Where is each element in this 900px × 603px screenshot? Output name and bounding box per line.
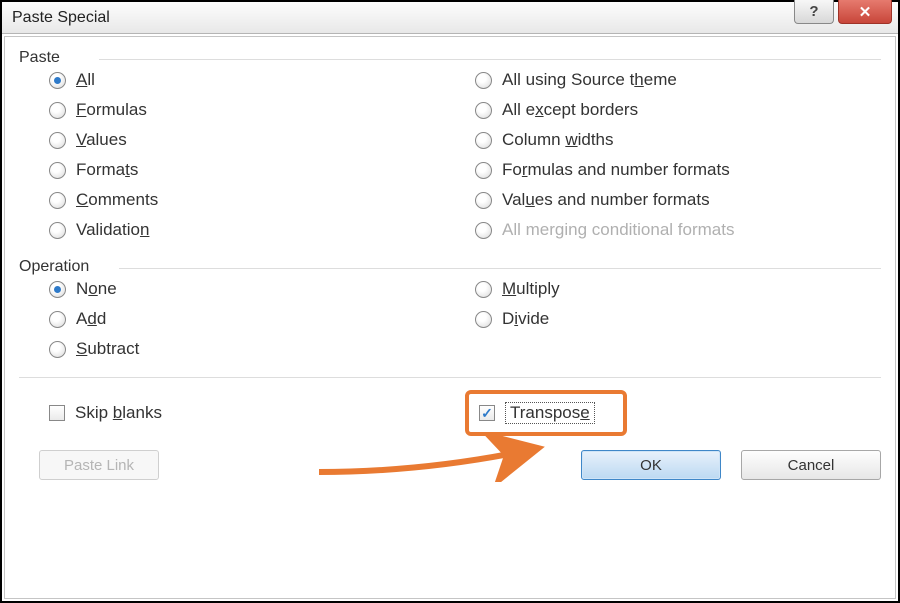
radio-none[interactable]: None: [49, 279, 455, 299]
radio-label: Add: [76, 309, 106, 329]
checkbox-icon: [479, 405, 495, 421]
radio-icon: [49, 281, 66, 298]
radio-icon: [475, 72, 492, 89]
paste-special-dialog: Paste Special ? ✕ Paste All All using Sou…: [2, 2, 898, 601]
radio-icon: [475, 192, 492, 209]
radio-label: Multiply: [502, 279, 560, 299]
radio-icon: [475, 132, 492, 149]
radio-subtract[interactable]: Subtract: [49, 339, 455, 359]
radio-label: Validation: [76, 220, 149, 240]
help-icon: ?: [809, 3, 818, 20]
radio-icon: [475, 162, 492, 179]
radio-label: Divide: [502, 309, 549, 329]
radio-values[interactable]: Values: [49, 130, 455, 150]
skip-blanks-checkbox[interactable]: Skip blanks: [49, 403, 465, 423]
radio-icon: [49, 192, 66, 209]
radio-icon: [49, 72, 66, 89]
close-button[interactable]: ✕: [838, 0, 892, 24]
radio-label: All except borders: [502, 100, 638, 120]
transpose-label: Transpose: [505, 402, 595, 424]
radio-icon: [475, 222, 492, 239]
radio-label: Values: [76, 130, 127, 150]
titlebar-buttons: ? ✕: [794, 0, 898, 30]
radio-column-widths[interactable]: Column widths: [475, 130, 881, 150]
radio-all-merging-conditional: All merging conditional formats: [475, 220, 881, 240]
radio-all-except-borders[interactable]: All except borders: [475, 100, 881, 120]
radio-label: Formats: [76, 160, 138, 180]
radio-label: None: [76, 279, 117, 299]
operation-group-label: Operation: [19, 258, 881, 276]
radio-label: Values and number formats: [502, 190, 710, 210]
divider: [119, 268, 881, 269]
radio-formulas-number-formats[interactable]: Formulas and number formats: [475, 160, 881, 180]
radio-icon: [49, 341, 66, 358]
radio-label: Formulas and number formats: [502, 160, 730, 180]
radio-formats[interactable]: Formats: [49, 160, 455, 180]
transpose-highlight: Transpose: [465, 390, 627, 436]
radio-all-source-theme[interactable]: All using Source theme: [475, 70, 881, 90]
radio-icon: [475, 311, 492, 328]
arrow-annotation: [309, 432, 559, 482]
radio-label: All using Source theme: [502, 70, 677, 90]
radio-icon: [49, 102, 66, 119]
button-row: Paste Link OK Cancel: [19, 450, 881, 480]
paste-options: All All using Source theme Formulas All exc…: [19, 70, 881, 240]
radio-label: Comments: [76, 190, 158, 210]
radio-icon: [49, 222, 66, 239]
radio-label: All: [76, 70, 95, 90]
paste-link-button: Paste Link: [39, 450, 159, 480]
divider: [99, 59, 881, 60]
radio-label: All merging conditional formats: [502, 220, 734, 240]
radio-all[interactable]: All: [49, 70, 455, 90]
radio-icon: [475, 102, 492, 119]
cancel-button[interactable]: Cancel: [741, 450, 881, 480]
transpose-checkbox[interactable]: Transpose: [479, 402, 595, 424]
radio-icon: [475, 281, 492, 298]
dialog-content: Paste AllAll using Source themeFormulasA…: [4, 36, 896, 599]
ok-button[interactable]: OK: [581, 450, 721, 480]
checkbox-row: Skip blanks Transpose: [19, 390, 881, 436]
close-icon: ✕: [859, 3, 872, 21]
radio-add[interactable]: Add: [49, 309, 455, 329]
radio-icon: [49, 311, 66, 328]
radio-icon: [49, 132, 66, 149]
paste-group-label: Paste: [19, 49, 881, 67]
radio-label: Subtract: [76, 339, 139, 359]
titlebar: Paste Special ? ✕: [2, 2, 898, 34]
radio-formulas[interactable]: Formulas: [49, 100, 455, 120]
radio-multiply[interactable]: Multiply: [475, 279, 881, 299]
divider: [19, 377, 881, 378]
checkbox-icon: [49, 405, 65, 421]
radio-label: Formulas: [76, 100, 147, 120]
radio-validation[interactable]: Validation: [49, 220, 455, 240]
radio-label: Column widths: [502, 130, 614, 150]
operation-options: None Multiply Add Divide Subtract: [19, 279, 881, 359]
dialog-title: Paste Special: [12, 9, 110, 27]
radio-icon: [49, 162, 66, 179]
radio-divide[interactable]: Divide: [475, 309, 881, 329]
help-button[interactable]: ?: [794, 0, 834, 24]
skip-blanks-label: Skip blanks: [75, 403, 162, 423]
radio-values-number-formats[interactable]: Values and number formats: [475, 190, 881, 210]
radio-comments[interactable]: Comments: [49, 190, 455, 210]
